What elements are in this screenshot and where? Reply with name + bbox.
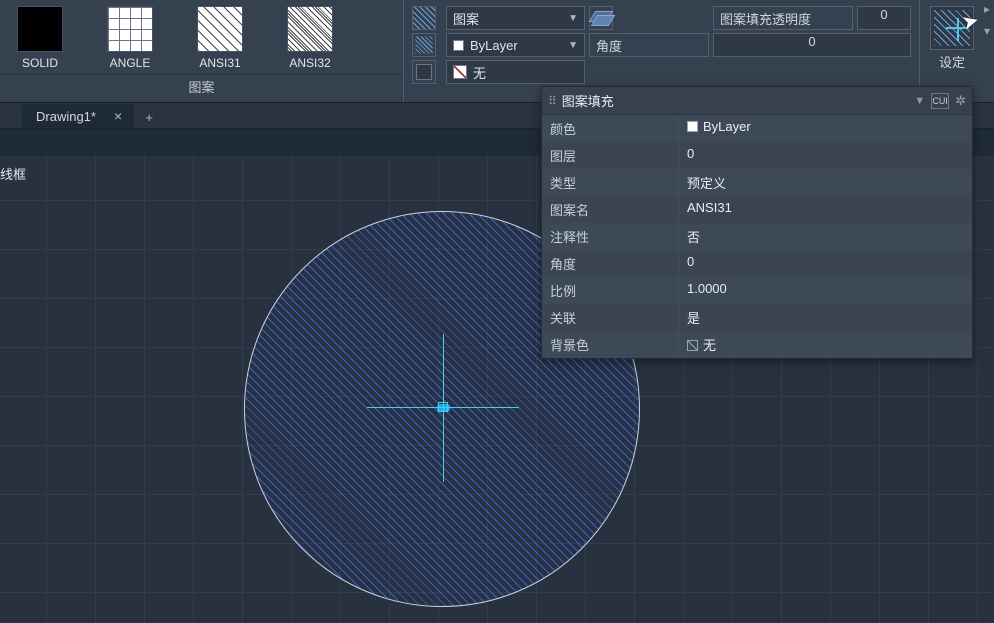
hatch-color-value: ByLayer: [470, 38, 518, 53]
prop-value[interactable]: 预定义: [678, 169, 972, 196]
prop-value[interactable]: ANSI31: [678, 196, 972, 223]
file-tab-label: Drawing1*: [36, 109, 96, 124]
new-tab-button[interactable]: +: [138, 110, 160, 128]
prop-key: 类型: [542, 169, 678, 196]
prop-key: 关联: [542, 304, 678, 331]
prop-row-associative[interactable]: 关联 是: [542, 304, 972, 331]
panel-menu-icon[interactable]: ▾: [984, 24, 990, 38]
prop-key: 比例: [542, 277, 678, 304]
prop-row-color[interactable]: 颜色 ByLayer: [542, 115, 972, 142]
prop-key: 背景色: [542, 331, 678, 358]
pattern-swatch-solid[interactable]: SOLID: [10, 6, 70, 70]
file-tab-drawing1[interactable]: Drawing1* ×: [22, 104, 134, 128]
hatch-type-dropdown[interactable]: 图案 ▼: [446, 6, 585, 30]
prop-row-annotative[interactable]: 注释性 否: [542, 223, 972, 250]
prop-key: 角度: [542, 250, 678, 277]
customize-button[interactable]: CUI: [931, 93, 949, 109]
swatch-thumb-angle: [107, 6, 153, 52]
none-chip-icon: [453, 65, 467, 79]
swatch-thumb-ansi32: [287, 6, 333, 52]
quick-properties-palette[interactable]: ⠿ 图案填充 ▼ CUI ✲ 颜色 ByLayer 图层 0 类型 预定义 图案…: [541, 86, 973, 359]
prop-value[interactable]: 0: [678, 250, 972, 277]
palette-title: 图案填充: [562, 91, 614, 110]
hatch-bg-icon[interactable]: [412, 60, 436, 84]
palette-options-icon[interactable]: ✲: [955, 93, 966, 109]
hatch-type-value: 图案: [453, 9, 479, 28]
chevron-down-icon: ▼: [568, 40, 578, 51]
palette-grip-icon[interactable]: ⠿: [548, 94, 556, 108]
prop-key: 图案名: [542, 196, 678, 223]
prop-key: 注释性: [542, 223, 678, 250]
visual-style-label[interactable]: 线框: [0, 164, 26, 183]
hatch-bg-value: 无: [473, 63, 486, 82]
prop-row-type[interactable]: 类型 预定义: [542, 169, 972, 196]
color-chip-icon: [453, 40, 464, 51]
layers-icon[interactable]: [589, 6, 613, 30]
swatch-label: ANSI32: [289, 56, 330, 70]
hatch-type-icon[interactable]: [412, 6, 436, 30]
expand-panel-icon[interactable]: ▸: [984, 2, 990, 16]
prop-value[interactable]: 0: [678, 142, 972, 169]
swatch-label: ANSI31: [199, 56, 240, 70]
prop-value[interactable]: 1.0000: [678, 277, 972, 304]
options-label: 设定: [939, 52, 965, 71]
hatch-color-icon[interactable]: [412, 33, 436, 57]
panel-patterns: SOLID ANGLE ANSI31 ANSI32 图案: [0, 0, 404, 102]
swatch-label: SOLID: [22, 56, 58, 70]
hatch-bg-dropdown[interactable]: 无: [446, 60, 585, 84]
options-icon: ➤: [930, 6, 974, 50]
prop-value[interactable]: ByLayer: [678, 115, 972, 142]
angle-label: 角度: [589, 33, 709, 57]
prop-key: 图层: [542, 142, 678, 169]
pattern-swatch-angle[interactable]: ANGLE: [100, 6, 160, 70]
pattern-swatch-ansi31[interactable]: ANSI31: [190, 6, 250, 70]
swatch-label: ANGLE: [110, 56, 151, 70]
crosshair-pickbox: [438, 402, 448, 412]
prop-value[interactable]: 无: [678, 331, 972, 358]
prop-row-scale[interactable]: 比例 1.0000: [542, 277, 972, 304]
swatch-thumb-solid: [17, 6, 63, 52]
swatch-thumb-ansi31: [197, 6, 243, 52]
transparency-label: 图案填充透明度: [713, 6, 853, 30]
prop-value[interactable]: 否: [678, 223, 972, 250]
prop-value[interactable]: 是: [678, 304, 972, 331]
pattern-swatch-ansi32[interactable]: ANSI32: [280, 6, 340, 70]
hatch-color-dropdown[interactable]: ByLayer ▼: [446, 33, 585, 57]
options-button[interactable]: ➤ 设定: [920, 0, 984, 75]
chevron-down-icon[interactable]: ▼: [914, 95, 925, 107]
prop-row-background[interactable]: 背景色 无: [542, 331, 972, 358]
prop-row-angle[interactable]: 角度 0: [542, 250, 972, 277]
close-icon[interactable]: ×: [114, 108, 122, 124]
pattern-gallery: SOLID ANGLE ANSI31 ANSI32: [0, 0, 403, 74]
angle-value[interactable]: 0: [713, 33, 911, 57]
prop-key: 颜色: [542, 115, 678, 142]
transparency-value[interactable]: 0: [857, 6, 911, 30]
panel-title-patterns: 图案: [0, 74, 403, 102]
ribbon-side-controls: ▸ ▾: [984, 0, 994, 102]
palette-titlebar[interactable]: ⠿ 图案填充 ▼ CUI ✲: [542, 87, 972, 115]
prop-row-pattern[interactable]: 图案名 ANSI31: [542, 196, 972, 223]
prop-row-layer[interactable]: 图层 0: [542, 142, 972, 169]
chevron-down-icon: ▼: [568, 13, 578, 24]
